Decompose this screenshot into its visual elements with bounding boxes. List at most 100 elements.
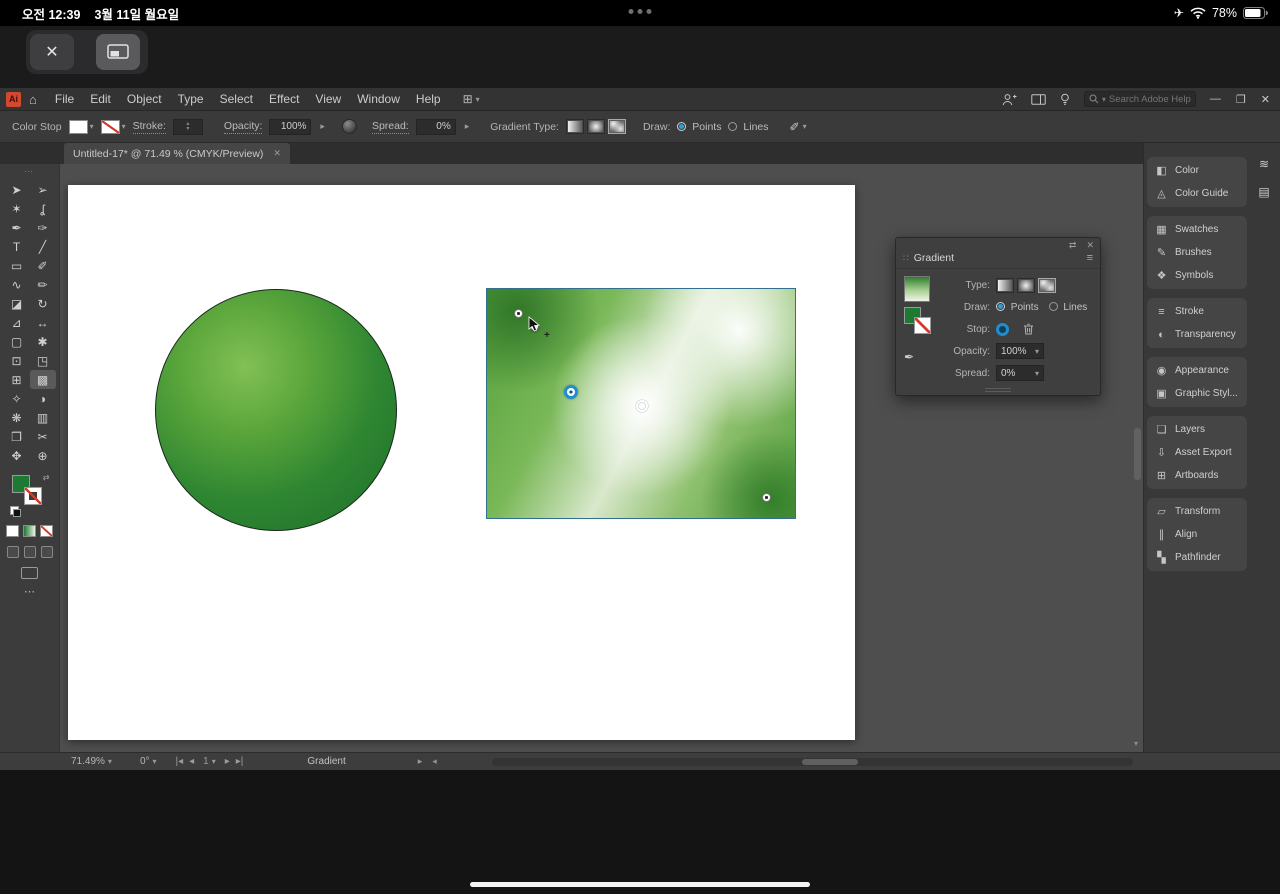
spread-label[interactable]: Spread: bbox=[371, 120, 409, 134]
selection-tool[interactable]: ➤ bbox=[4, 180, 30, 199]
panel-asset-export[interactable]: ⇩ Asset Export bbox=[1147, 441, 1247, 464]
workspace-switcher[interactable]: ⊞ ▾ bbox=[463, 92, 480, 106]
illustrator-logo[interactable]: Ai bbox=[6, 91, 21, 107]
shaper-tool[interactable]: ∿ bbox=[4, 275, 30, 294]
lightbulb-icon[interactable] bbox=[1060, 93, 1070, 106]
mesh-tool[interactable]: ⊞ bbox=[4, 370, 30, 389]
blend-tool[interactable]: ◑ bbox=[30, 389, 56, 408]
width-tool[interactable]: ↔ bbox=[30, 313, 56, 332]
panel-align[interactable]: ∥ Align bbox=[1147, 523, 1247, 546]
spread-select[interactable]: 0% ▾ bbox=[996, 365, 1044, 381]
panel-resize-handle[interactable] bbox=[985, 388, 1011, 392]
shape-builder-tool[interactable]: ⊡ bbox=[4, 351, 30, 370]
draw-inside-button[interactable] bbox=[40, 546, 53, 558]
collapse-panel-icon[interactable]: ⇄ bbox=[1069, 240, 1077, 251]
home-indicator[interactable] bbox=[470, 882, 810, 887]
spread-expand-button[interactable]: ▸ bbox=[463, 121, 472, 132]
gradient-stop[interactable] bbox=[636, 400, 648, 412]
multitasking-dots-icon[interactable] bbox=[628, 9, 652, 14]
column-graph-tool[interactable]: ▥ bbox=[30, 408, 56, 427]
linear-gradient-button[interactable] bbox=[565, 119, 584, 134]
scrollbar-thumb[interactable] bbox=[802, 759, 858, 765]
opacity-expand-button[interactable]: ▸ bbox=[318, 121, 327, 132]
menu-item[interactable]: Help bbox=[408, 92, 449, 106]
freeform-gradient-rectangle[interactable]: + bbox=[486, 288, 796, 519]
panel-transform[interactable]: ▱ Transform bbox=[1147, 500, 1247, 523]
menu-item[interactable]: Edit bbox=[82, 92, 119, 106]
default-fill-stroke-icon[interactable] bbox=[9, 506, 21, 517]
opacity-label[interactable]: Opacity: bbox=[223, 120, 263, 134]
minimize-button[interactable]: — bbox=[1210, 93, 1221, 106]
paintbrush-tool[interactable]: ✐ bbox=[30, 256, 56, 275]
zoom-level-dropdown[interactable]: 71.49% ▾ bbox=[68, 756, 115, 767]
panel-menu-icon[interactable]: ≡ bbox=[1087, 252, 1093, 264]
delete-stop-icon[interactable] bbox=[1023, 323, 1034, 335]
menu-item[interactable]: Effect bbox=[261, 92, 307, 106]
curvature-tool[interactable]: ✑ bbox=[30, 218, 56, 237]
freeform-gradient-button[interactable] bbox=[1038, 277, 1056, 293]
radial-gradient-button[interactable] bbox=[1017, 277, 1035, 293]
document-tab[interactable]: Untitled-17* @ 71.49 % (CMYK/Preview) ✕ bbox=[64, 143, 290, 164]
chevron-down-icon[interactable]: ▾ bbox=[186, 126, 189, 132]
menu-item[interactable]: Type bbox=[170, 92, 212, 106]
style-options-dropdown[interactable]: ✐ ▾ bbox=[790, 120, 807, 134]
menu-item[interactable]: File bbox=[47, 92, 82, 106]
artboard-number-dropdown[interactable]: 1 ▾ bbox=[200, 756, 219, 767]
screen-mode-button[interactable] bbox=[21, 567, 38, 579]
opacity-select[interactable]: 100% ▾ bbox=[996, 343, 1044, 359]
draw-points-radio[interactable]: Points bbox=[996, 301, 1039, 313]
type-tool[interactable]: T bbox=[4, 237, 30, 256]
gradient-preview-thumbnail[interactable] bbox=[904, 276, 930, 302]
panel-symbols[interactable]: ❖ Symbols bbox=[1147, 264, 1247, 287]
panel-artboards[interactable]: ⊞ Artboards bbox=[1147, 464, 1247, 487]
panel-color-guide[interactable]: ◬ Color Guide bbox=[1147, 182, 1247, 205]
panel-appearance[interactable]: ◉ Appearance bbox=[1147, 359, 1247, 382]
scroll-down-icon[interactable]: ▾ bbox=[1134, 739, 1138, 748]
close-panel-icon[interactable]: ✕ bbox=[1086, 240, 1094, 251]
stroke-color-indicator[interactable] bbox=[23, 487, 42, 505]
stroke-color-dropdown[interactable]: ▾ bbox=[100, 119, 126, 134]
status-expand-icon[interactable]: ▸ bbox=[418, 756, 423, 767]
first-artboard-button[interactable]: |◂ bbox=[176, 756, 184, 767]
hand-tool[interactable]: ✥ bbox=[4, 446, 30, 465]
magic-wand-tool[interactable]: ✶ bbox=[4, 199, 30, 218]
menu-item[interactable]: View bbox=[307, 92, 349, 106]
symbol-sprayer-tool[interactable]: ❋ bbox=[4, 408, 30, 427]
annotator-pen-icon[interactable]: ✒ bbox=[904, 350, 914, 364]
artboard[interactable]: + bbox=[68, 185, 855, 740]
eraser-tool[interactable]: ◪ bbox=[4, 294, 30, 313]
rotation-dropdown[interactable]: 0° ▾ bbox=[137, 756, 160, 767]
toolbar-drag-handle[interactable]: ⋯ bbox=[0, 164, 59, 177]
arrange-windows-icon[interactable] bbox=[1031, 93, 1046, 105]
close-window-button[interactable]: ✕ bbox=[1261, 93, 1270, 106]
gradient-tool[interactable]: ▩ bbox=[29, 370, 56, 389]
swap-fill-stroke-icon[interactable]: ⇄ bbox=[43, 473, 50, 482]
pencil-tool[interactable]: ✏ bbox=[30, 275, 56, 294]
menu-item[interactable]: Select bbox=[212, 92, 261, 106]
rectangle-tool[interactable]: ▭ bbox=[4, 256, 30, 275]
draw-normal-button[interactable] bbox=[6, 546, 19, 558]
artboard-tool[interactable]: ❒ bbox=[4, 427, 30, 446]
gradient-stop[interactable] bbox=[762, 493, 771, 502]
spread-field[interactable]: 0% bbox=[415, 118, 456, 135]
panel-brushes[interactable]: ✎ Brushes bbox=[1147, 241, 1247, 264]
slice-tool[interactable]: ✂ bbox=[30, 427, 56, 446]
menu-item[interactable]: Object bbox=[119, 92, 170, 106]
panel-graphic-styles[interactable]: ▣ Graphic Styl... bbox=[1147, 382, 1247, 405]
gradient-mode-button[interactable] bbox=[23, 525, 36, 537]
panel-stroke[interactable]: ≡ Stroke bbox=[1147, 300, 1247, 323]
search-input[interactable] bbox=[1108, 93, 1191, 105]
eyedropper-tool[interactable]: ✧ bbox=[4, 389, 30, 408]
scroll-left-icon[interactable]: ◂ bbox=[432, 756, 437, 767]
draw-lines-radio[interactable]: Lines bbox=[1048, 301, 1087, 313]
panel-swatches[interactable]: ▦ Swatches bbox=[1147, 218, 1247, 241]
panel-color[interactable]: ◧ Color bbox=[1147, 159, 1247, 182]
radial-gradient-button[interactable] bbox=[586, 119, 605, 134]
horizontal-scrollbar[interactable] bbox=[492, 758, 1133, 766]
toolbar-more-button[interactable]: ⋯ bbox=[0, 585, 59, 598]
pen-tool[interactable]: ✒ bbox=[4, 218, 30, 237]
line-segment-tool[interactable]: ╱ bbox=[30, 237, 56, 256]
fill-color-dropdown[interactable]: ▾ bbox=[68, 119, 94, 134]
vertical-scrollbar[interactable]: ▾ bbox=[1134, 166, 1142, 748]
panel-pathfinder[interactable]: ▚ Pathfinder bbox=[1147, 546, 1247, 569]
